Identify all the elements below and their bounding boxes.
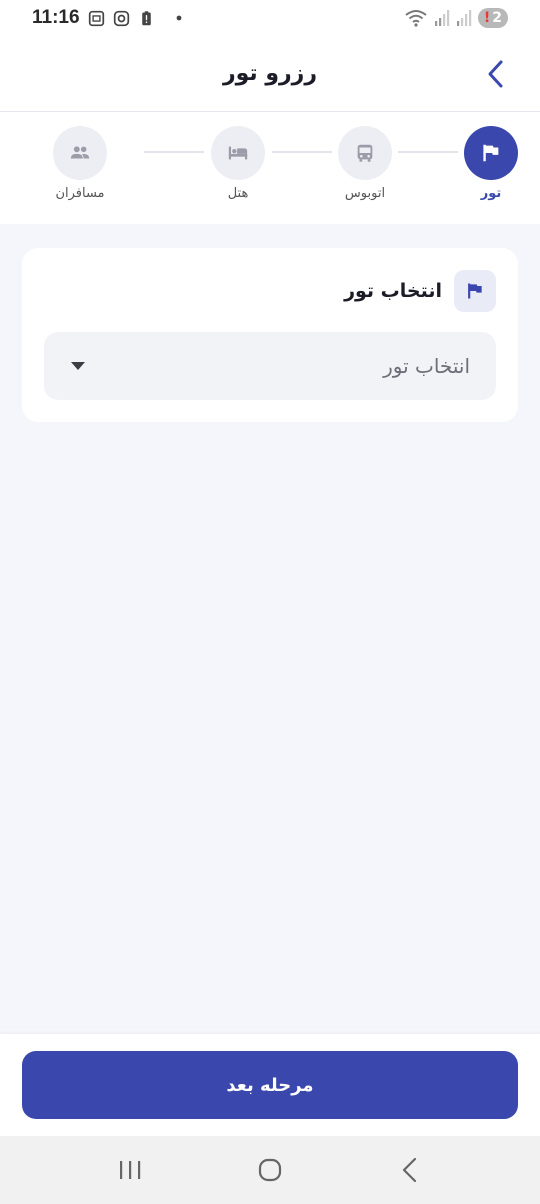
wifi-icon bbox=[405, 10, 427, 27]
system-nav-bar bbox=[0, 1136, 540, 1204]
recents-icon bbox=[120, 1161, 141, 1179]
step-label: مسافران bbox=[55, 186, 105, 201]
step-hotel[interactable]: هتل bbox=[198, 126, 278, 201]
flag-icon bbox=[468, 283, 482, 299]
step-tour[interactable]: تور bbox=[451, 126, 531, 201]
bus-icon bbox=[357, 144, 373, 162]
home-button[interactable] bbox=[240, 1145, 300, 1195]
step-passengers[interactable]: مسافران bbox=[40, 126, 120, 201]
recents-button[interactable] bbox=[100, 1145, 160, 1195]
home-icon bbox=[258, 1158, 282, 1182]
signal-icon bbox=[434, 10, 450, 26]
screenshot-icon bbox=[88, 10, 104, 26]
tour-select[interactable]: انتخاب تور bbox=[44, 332, 496, 400]
select-placeholder: انتخاب تور bbox=[383, 354, 470, 378]
flag-icon bbox=[483, 144, 499, 162]
step-connector bbox=[144, 151, 204, 153]
app-header: رزرو تور bbox=[0, 36, 540, 112]
alert-mark: ! bbox=[483, 10, 491, 26]
step-label: اتوبوس bbox=[344, 186, 386, 201]
step-circle bbox=[211, 126, 265, 180]
step-bus[interactable]: اتوبوس bbox=[325, 126, 405, 201]
step-circle bbox=[464, 126, 518, 180]
step-connector bbox=[272, 151, 332, 153]
status-left: 11:16 bbox=[32, 7, 185, 29]
notification-count: 2 bbox=[492, 10, 502, 26]
system-back-button[interactable] bbox=[380, 1145, 440, 1195]
step-connector bbox=[398, 151, 458, 153]
people-icon bbox=[70, 146, 90, 159]
caret-down-icon bbox=[71, 362, 85, 370]
signal-icon-2 bbox=[456, 10, 472, 26]
status-bar: 11:16 ! 2 bbox=[0, 0, 540, 36]
dot-icon bbox=[176, 15, 181, 21]
status-time: 11:16 bbox=[32, 7, 80, 28]
next-step-button[interactable]: مرحله بعد bbox=[22, 1051, 518, 1119]
notification-badge: ! 2 bbox=[477, 8, 508, 28]
card-header: انتخاب تور bbox=[344, 270, 496, 312]
chevron-right-icon bbox=[488, 60, 503, 88]
page-title: رزرو تور bbox=[222, 61, 318, 86]
step-label: تور bbox=[480, 186, 502, 201]
card-icon-box bbox=[454, 270, 496, 312]
instagram-icon bbox=[113, 10, 129, 26]
bed-icon bbox=[228, 146, 248, 160]
back-button[interactable] bbox=[474, 52, 518, 96]
status-right: ! 2 bbox=[404, 8, 508, 28]
battery-alert-icon bbox=[141, 10, 151, 25]
back-arrow-icon bbox=[402, 1157, 417, 1183]
step-circle bbox=[338, 126, 392, 180]
step-circle bbox=[53, 126, 107, 180]
bottom-action-bar: مرحله بعد bbox=[0, 1034, 540, 1136]
card-title: انتخاب تور bbox=[344, 280, 442, 302]
tour-select-card: انتخاب تور انتخاب تور bbox=[22, 248, 518, 422]
step-label: هتل bbox=[227, 186, 249, 201]
